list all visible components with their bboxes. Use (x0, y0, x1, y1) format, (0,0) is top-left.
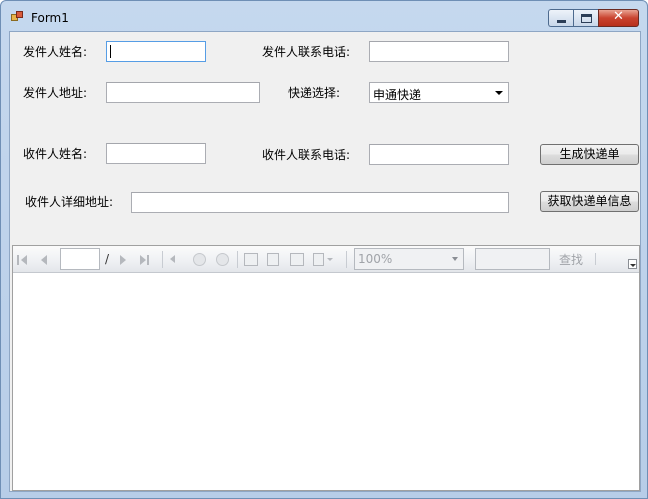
caption-buttons: ✕ (548, 9, 639, 28)
sender-address-label: 发件人地址: (23, 86, 88, 100)
toolbar-separator (346, 251, 347, 268)
zoom-value: 100% (358, 252, 393, 266)
report-toolbar: / 100% 查找 (13, 246, 639, 273)
sender-name-label: 发件人姓名: (23, 45, 88, 59)
recipient-phone-input[interactable] (369, 144, 509, 165)
app-icon (11, 11, 25, 23)
sender-phone-label: 发件人联系电话: (262, 45, 351, 59)
recipient-address-input[interactable] (131, 192, 509, 213)
find-link[interactable]: 查找 (559, 251, 583, 268)
minimize-button[interactable] (548, 9, 573, 27)
page-number-input[interactable] (60, 248, 100, 270)
recipient-name-label: 收件人姓名: (23, 147, 88, 161)
close-icon: ✕ (613, 9, 624, 24)
next-page-icon[interactable] (120, 255, 126, 265)
toolbar-overflow-icon[interactable] (628, 259, 637, 269)
close-button[interactable]: ✕ (598, 9, 639, 27)
zoom-select[interactable]: 100% (354, 248, 464, 270)
back-icon[interactable] (170, 255, 175, 263)
title-bar[interactable]: Form1 ✕ (1, 1, 647, 31)
previous-page-icon[interactable] (41, 255, 47, 265)
report-content-area (13, 274, 639, 490)
courier-select[interactable]: 申通快递 (369, 82, 509, 103)
export-icon[interactable] (313, 253, 324, 266)
minimize-icon (557, 20, 566, 23)
recipient-name-input[interactable] (106, 143, 206, 164)
maximize-icon (581, 14, 592, 23)
form1-window: Form1 ✕ 发件人姓名: 发件人联系电话: 发件人地址: 快递选择: 申通快… (0, 0, 648, 499)
form-client-area: 发件人姓名: 发件人联系电话: 发件人地址: 快递选择: 申通快递 收件人姓名:… (9, 31, 641, 492)
print-layout-icon[interactable] (267, 253, 279, 266)
first-page-icon[interactable] (17, 254, 29, 266)
stop-icon[interactable] (193, 253, 206, 266)
toolbar-separator (595, 253, 596, 265)
generate-waybill-button[interactable]: 生成快递单 (540, 144, 639, 165)
recipient-phone-label: 收件人联系电话: (262, 148, 351, 162)
refresh-icon[interactable] (216, 253, 229, 266)
courier-select-label: 快递选择: (288, 86, 341, 100)
toolbar-separator (237, 251, 238, 268)
page-separator: / (105, 252, 110, 266)
zoom-dropdown-icon (452, 257, 458, 261)
sender-phone-input[interactable] (369, 41, 509, 62)
page-setup-icon[interactable] (290, 253, 304, 266)
report-viewer: / 100% 查找 (12, 245, 640, 491)
sender-address-input[interactable] (106, 82, 260, 103)
find-text-input[interactable] (475, 248, 550, 270)
window-title: Form1 (31, 11, 69, 25)
text-caret (110, 45, 111, 58)
toolbar-separator (162, 251, 163, 268)
maximize-button[interactable] (573, 9, 598, 27)
sender-name-input[interactable] (106, 41, 206, 62)
recipient-address-label: 收件人详细地址: (25, 195, 114, 209)
dropdown-arrow-icon (495, 91, 503, 95)
courier-selected-value: 申通快递 (373, 88, 422, 102)
print-icon[interactable] (244, 253, 258, 266)
fetch-waybill-button[interactable]: 获取快递单信息 (540, 191, 639, 212)
export-dropdown-icon[interactable] (327, 258, 333, 261)
last-page-icon[interactable] (140, 254, 152, 266)
